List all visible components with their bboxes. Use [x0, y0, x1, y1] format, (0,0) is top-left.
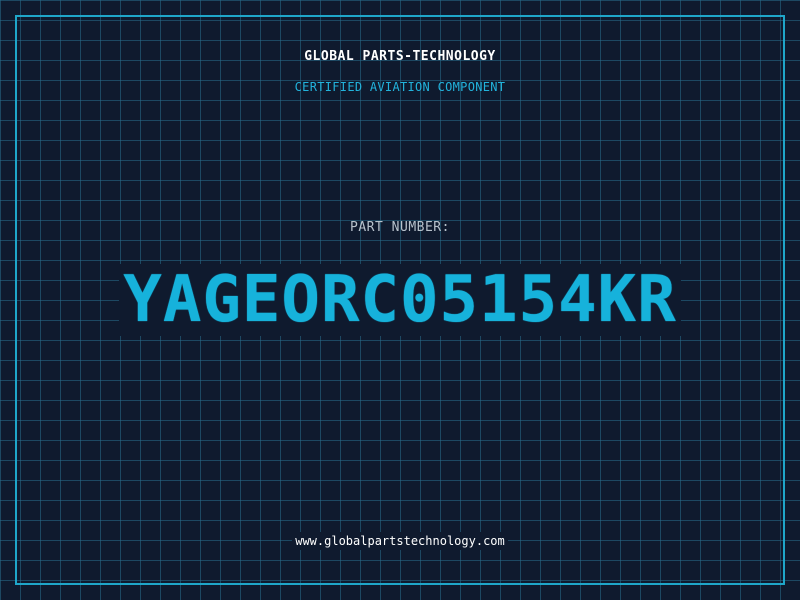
part-number-value: YAGEORC05154KR	[119, 264, 681, 336]
footer: www.globalpartstechnology.com	[0, 530, 800, 550]
part-number-label: PART NUMBER:	[350, 220, 450, 235]
part-number-container: YAGEORC05154KR	[0, 264, 800, 336]
company-name: GLOBAL PARTS-TECHNOLOGY	[304, 49, 496, 64]
certificate-page: GLOBAL PARTS-TECHNOLOGY CERTIFIED AVIATI…	[0, 0, 800, 600]
certification-subtitle: CERTIFIED AVIATION COMPONENT	[294, 80, 506, 94]
website-url: www.globalpartstechnology.com	[292, 532, 508, 550]
